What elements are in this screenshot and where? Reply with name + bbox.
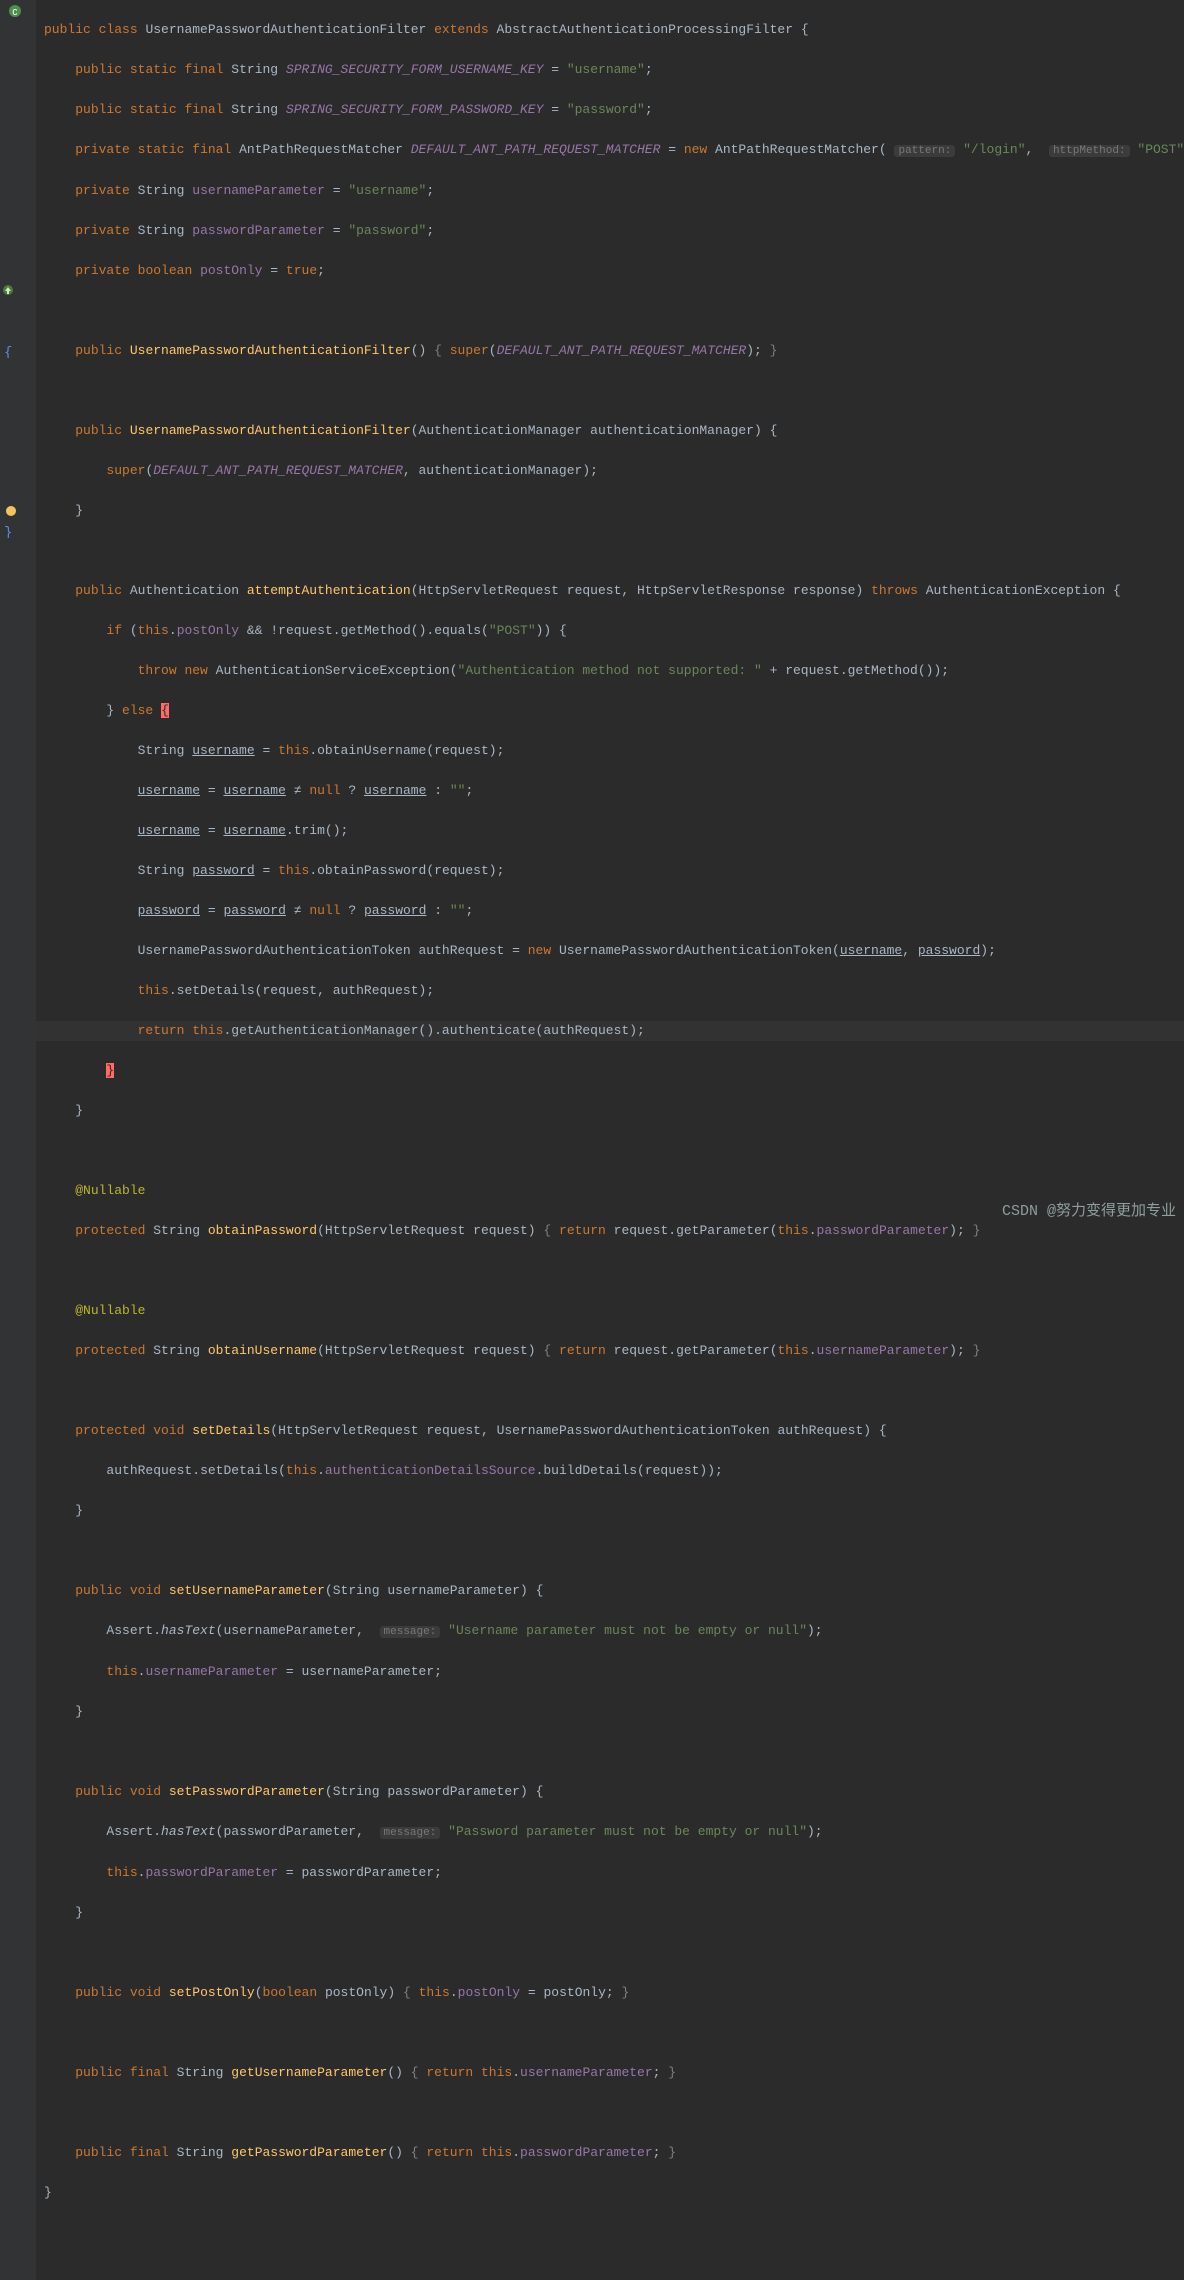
svg-text:C: C	[12, 8, 18, 18]
override-up-icon[interactable]	[2, 284, 16, 298]
watermark: CSDN @努力变得更加专业	[1002, 1202, 1176, 1222]
caret-line[interactable]: return this.getAuthenticationManager().a…	[36, 1021, 1184, 1041]
code-area[interactable]: public class UsernamePasswordAuthenticat…	[36, 0, 1184, 2280]
gutter: C { }	[0, 0, 36, 2280]
bulb-icon[interactable]	[4, 504, 18, 518]
brace-right-icon: }	[4, 524, 18, 538]
brace-left-icon: {	[4, 344, 18, 358]
code-editor: C { } public class UsernamePasswordAuthe…	[0, 0, 1184, 2280]
class-icon: C	[8, 4, 22, 18]
svg-text:{: {	[4, 345, 12, 358]
svg-text:}: }	[4, 525, 12, 538]
